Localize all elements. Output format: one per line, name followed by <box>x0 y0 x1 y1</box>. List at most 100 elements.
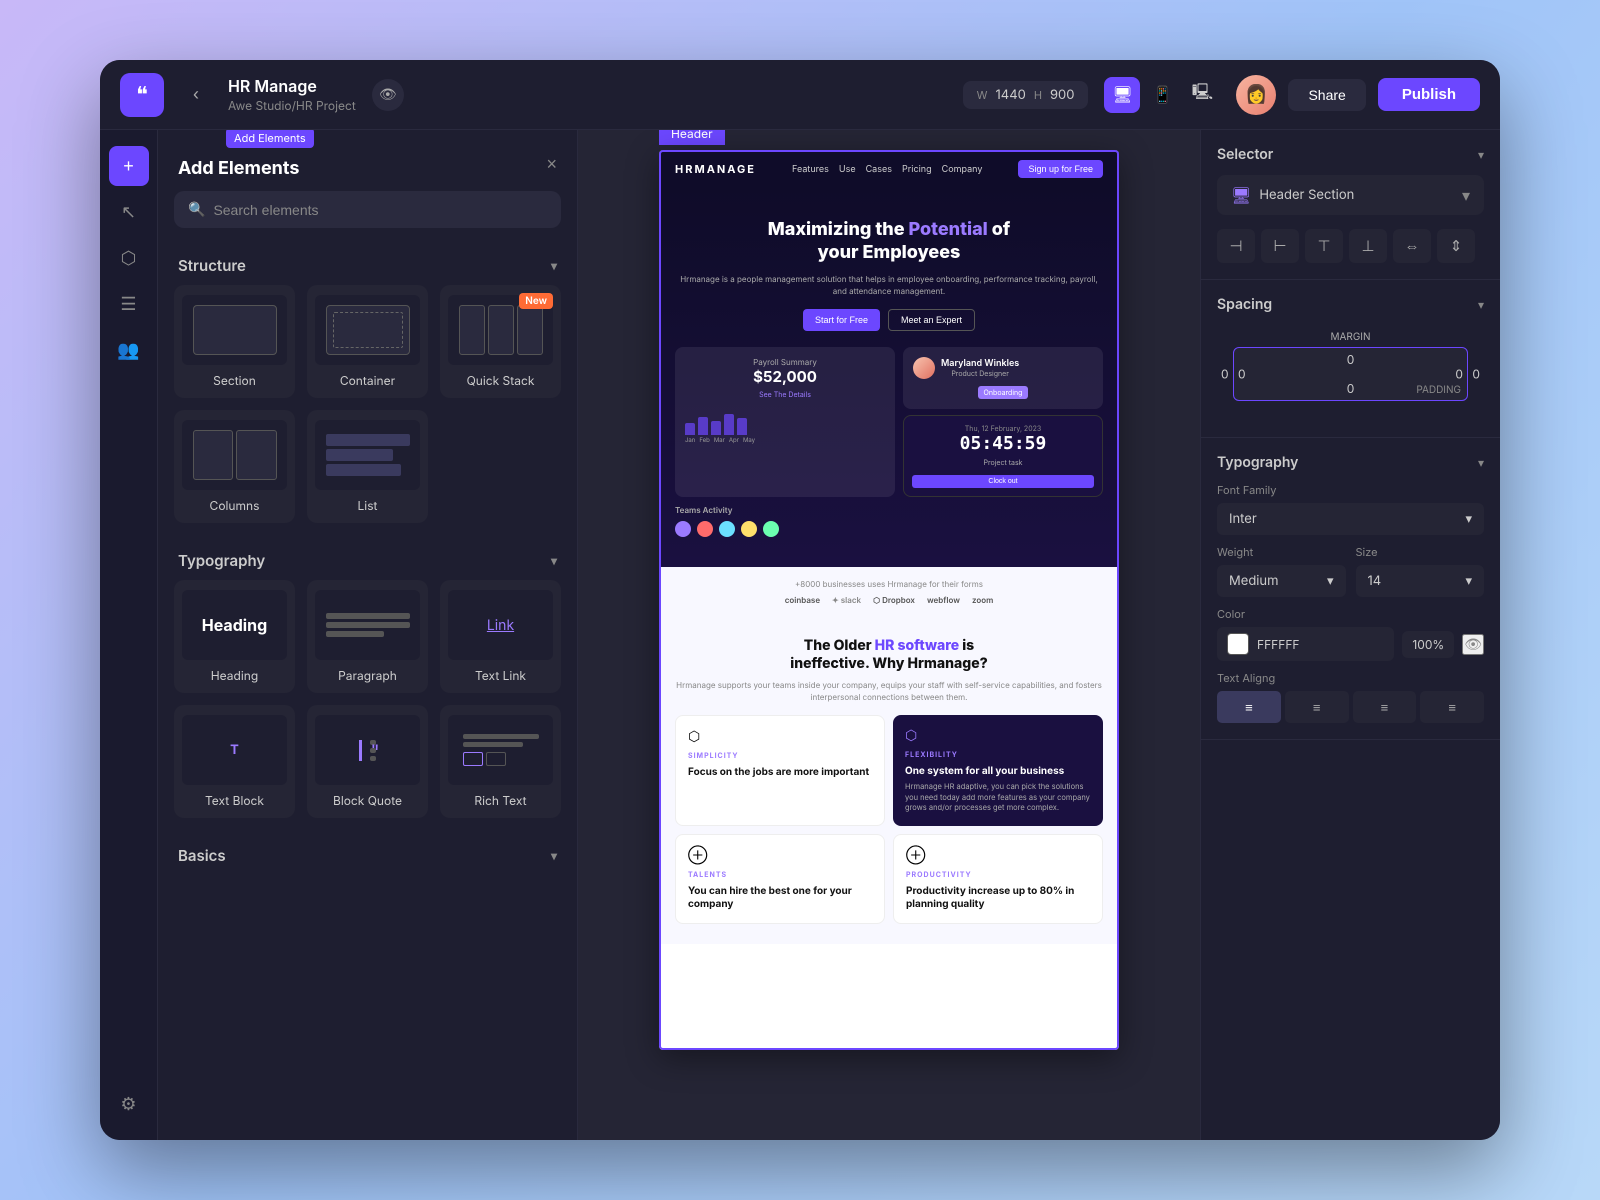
align-bottom[interactable]: ⊥ <box>1349 229 1387 263</box>
nav-pricing[interactable]: Pricing <box>902 164 932 175</box>
close-button[interactable]: × <box>546 154 557 175</box>
typography-header[interactable]: Typography ▾ <box>1217 454 1484 471</box>
element-container[interactable]: Container <box>307 285 428 398</box>
topbar: ❝ ‹ HR Manage Awe Studio/HR Project 👁 W … <box>100 60 1500 130</box>
spacing-header[interactable]: Spacing ▾ <box>1217 296 1484 313</box>
clock-out-btn[interactable]: Clock out <box>912 475 1094 488</box>
payroll-link[interactable]: See The Details <box>685 390 885 399</box>
main-area: + ↖ ⬡ ☰ 👥 ⚙ Add Elements Add Elements × … <box>100 130 1500 1140</box>
hero-btn-primary[interactable]: Start for Free <box>803 309 880 331</box>
align-right[interactable]: ⊢ <box>1261 229 1299 263</box>
size-dropdown[interactable]: 14 ▾ <box>1356 565 1485 597</box>
partner-dropbox: ⬡ Dropbox <box>873 595 915 605</box>
sidebar-item-users[interactable]: 👥 <box>109 330 149 370</box>
padding-right-val: 0 <box>1455 367 1463 382</box>
sidebar-item-settings[interactable]: ⚙ <box>109 1084 149 1124</box>
element-heading[interactable]: Heading Heading <box>174 580 295 693</box>
hero-title-1: Maximizing the <box>768 219 905 240</box>
selector-header[interactable]: Selector ▾ <box>1217 146 1484 163</box>
talents-tag: TALENTS <box>688 870 872 879</box>
color-row: Color FFFFFF 100% 👁 <box>1217 607 1484 661</box>
font-family-arrow: ▾ <box>1465 511 1472 527</box>
bar-mar <box>711 421 721 435</box>
canvas-frame[interactable]: HRMANAGE Features Use Cases Pricing Comp… <box>659 150 1119 1050</box>
typography-section-header[interactable]: Typography ▾ <box>158 539 577 580</box>
publish-button[interactable]: Publish <box>1378 78 1480 111</box>
section-preview <box>182 295 287 365</box>
preview-button[interactable]: 👁 <box>372 79 404 111</box>
color-input[interactable]: FFFFFF <box>1217 627 1394 661</box>
weight-size-row: Weight Medium ▾ Size 14 ▾ <box>1217 545 1484 597</box>
text-align-buttons: ≡ ≡ ≡ ≡ <box>1217 691 1484 723</box>
elements-panel: Add Elements Add Elements × 🔍 Structure … <box>158 130 578 1140</box>
payroll-card: Payroll Summary $52,000 See The Details <box>675 347 895 497</box>
textlink-preview: Link <box>448 590 553 660</box>
selector-value: 🖥 Header Section <box>1231 185 1354 205</box>
textblock-preview: T <box>182 715 287 785</box>
nav-cases[interactable]: Cases <box>866 164 892 175</box>
text-align-right[interactable]: ≡ <box>1353 691 1417 723</box>
new-badge: New <box>519 293 553 309</box>
sidebar-item-add[interactable]: + <box>109 146 149 186</box>
text-align-left[interactable]: ≡ <box>1217 691 1281 723</box>
sidebar-item-components[interactable]: ⬡ <box>109 238 149 278</box>
align-left[interactable]: ⊣ <box>1217 229 1255 263</box>
element-section[interactable]: Section <box>174 285 295 398</box>
element-list[interactable]: List <box>307 410 428 523</box>
logo-button[interactable]: ❝ <box>120 73 164 117</box>
sidebar-item-cursor[interactable]: ↖ <box>109 192 149 232</box>
device-monitor[interactable]: 🖳 <box>1184 77 1220 113</box>
hero-btn-secondary[interactable]: Meet an Expert <box>888 309 975 331</box>
search-input[interactable] <box>213 202 547 218</box>
typography-grid: Heading Heading Paragraph Link <box>158 580 577 834</box>
element-richtext[interactable]: Rich Text <box>440 705 561 818</box>
why-desc: Hrmanage supports your teams inside your… <box>675 679 1103 703</box>
simplicity-tag: SIMPLICITY <box>688 751 872 760</box>
share-button[interactable]: Share <box>1288 79 1365 111</box>
nav-company[interactable]: Company <box>942 164 983 175</box>
payroll-value: $52,000 <box>685 367 885 386</box>
nav-use[interactable]: Use <box>839 164 856 175</box>
back-button[interactable]: ‹ <box>180 79 212 111</box>
nav-features[interactable]: Features <box>792 164 829 175</box>
element-textlink[interactable]: Link Text Link <box>440 580 561 693</box>
element-quickstack[interactable]: New Quick Stack <box>440 285 561 398</box>
selector-dropdown[interactable]: 🖥 Header Section ▾ <box>1217 175 1484 215</box>
project-info: HR Manage Awe Studio/HR Project <box>228 76 356 113</box>
simplicity-title: Focus on the jobs are more important <box>688 766 872 779</box>
partners-list: coinbase ✦ slack ⬡ Dropbox webflow zoom <box>675 595 1103 605</box>
text-align-justify[interactable]: ≡ <box>1420 691 1484 723</box>
paragraph-label: Paragraph <box>338 668 397 683</box>
color-eye-btn[interactable]: 👁 <box>1462 634 1484 655</box>
align-top[interactable]: ⊤ <box>1305 229 1343 263</box>
structure-section-header[interactable]: Structure ▾ <box>158 244 577 285</box>
element-textblock[interactable]: T Text Block <box>174 705 295 818</box>
flexibility-icon: ⬡ <box>905 727 1091 744</box>
opacity-input[interactable]: 100% <box>1402 631 1454 658</box>
element-columns[interactable]: Columns <box>174 410 295 523</box>
color-hex: FFFFFF <box>1257 637 1384 652</box>
font-family-dropdown[interactable]: Inter ▾ <box>1217 503 1484 535</box>
element-blockquote[interactable]: " Block Quote <box>307 705 428 818</box>
sidebar-item-layers[interactable]: ☰ <box>109 284 149 324</box>
align-vcenter[interactable]: ⇕ <box>1437 229 1475 263</box>
align-hcenter[interactable]: ⇔ <box>1393 229 1431 263</box>
weight-dropdown[interactable]: Medium ▾ <box>1217 565 1346 597</box>
blockquote-label: Block Quote <box>333 793 402 808</box>
site-cta[interactable]: Sign up for Free <box>1018 160 1103 178</box>
device-tablet[interactable]: 📱 <box>1144 77 1180 113</box>
list-preview <box>315 420 420 490</box>
search-bar[interactable]: 🔍 <box>174 191 561 228</box>
date-text: Thu, 12 February, 2023 <box>912 424 1094 433</box>
partner-strip: +8000 businesses uses Hrmanage for their… <box>659 567 1119 617</box>
device-desktop[interactable]: 🖥 <box>1104 77 1140 113</box>
why-highlight: HR software <box>875 637 959 654</box>
canvas-width: 1440 <box>996 87 1026 103</box>
feat-simplicity: ⬡ SIMPLICITY Focus on the jobs are more … <box>675 715 885 826</box>
text-align-center[interactable]: ≡ <box>1285 691 1349 723</box>
size-label: Size <box>1356 545 1485 559</box>
typography-label: Typography <box>178 551 265 570</box>
font-family-label: Font Family <box>1217 483 1484 497</box>
basics-section-header[interactable]: Basics ▾ <box>158 834 577 875</box>
element-paragraph[interactable]: Paragraph <box>307 580 428 693</box>
